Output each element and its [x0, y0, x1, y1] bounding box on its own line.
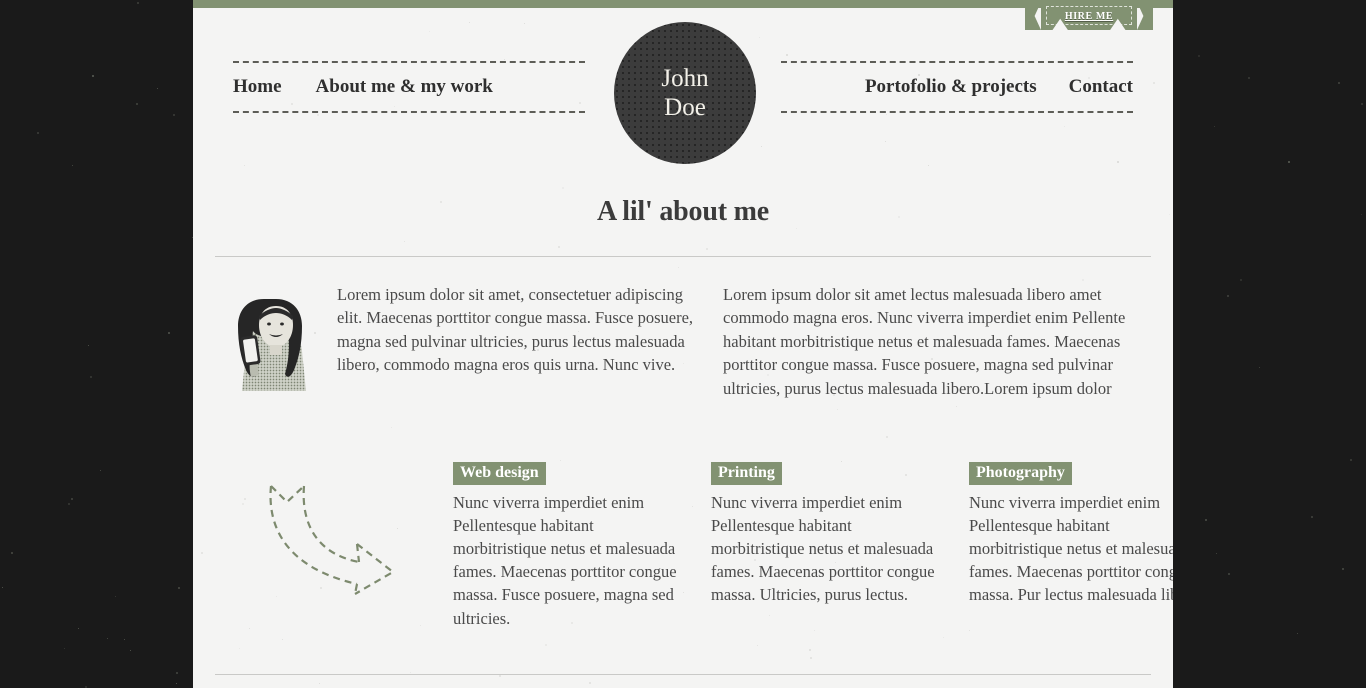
- primary-nav-right: Portofolio & projects Contact: [781, 61, 1133, 113]
- service-column-printing: Printing Nunc viverra imperdiet enim Pel…: [711, 462, 969, 630]
- footer-divider: [215, 673, 1151, 675]
- intro-paragraph-1: Lorem ipsum dolor sit amet, consectetuer…: [337, 285, 694, 375]
- title-divider: [215, 256, 1151, 257]
- service-text-photography: Nunc viverra imperdiet enim Pellentesque…: [969, 493, 1173, 605]
- service-text-web-design: Nunc viverra imperdiet enim Pellentesque…: [453, 493, 677, 628]
- nav-item-about[interactable]: About me & my work: [316, 76, 493, 98]
- intro-column-1: Lorem ipsum dolor sit amet, consectetuer…: [337, 283, 723, 400]
- nav-item-home[interactable]: Home: [233, 76, 282, 98]
- service-column-photography: Photography Nunc viverra imperdiet enim …: [969, 462, 1173, 630]
- page-panel: HIRE ME Home About me & my work John Doe…: [193, 0, 1173, 688]
- service-tag-web-design[interactable]: Web design: [453, 462, 546, 486]
- nav-item-contact[interactable]: Contact: [1069, 76, 1133, 98]
- nav-item-portfolio[interactable]: Portofolio & projects: [865, 76, 1037, 98]
- woman-holding-phone-photo: [238, 299, 306, 391]
- main-content: A lil' about me Lorem ipsum dolor sit am…: [193, 170, 1173, 675]
- service-tag-photography[interactable]: Photography: [969, 462, 1072, 486]
- masthead: Home About me & my work John Doe Portofo…: [193, 8, 1173, 170]
- dashed-curved-arrow-icon: [269, 485, 395, 596]
- service-tag-printing[interactable]: Printing: [711, 462, 782, 486]
- intro-paragraph-2: Lorem ipsum dolor sit amet lectus malesu…: [723, 285, 1126, 398]
- page-title: A lil' about me: [596, 196, 769, 227]
- intro-column-2: Lorem ipsum dolor sit amet lectus malesu…: [723, 283, 1151, 400]
- brand-name-first: John: [661, 64, 709, 92]
- intro-row: Lorem ipsum dolor sit amet, consectetuer…: [215, 283, 1151, 400]
- services-row: Web design Nunc viverra imperdiet enim P…: [215, 462, 1173, 630]
- service-column-web-design: Web design Nunc viverra imperdiet enim P…: [453, 462, 711, 630]
- primary-nav-left: Home About me & my work: [233, 61, 585, 113]
- brand-name-last: Doe: [664, 94, 706, 121]
- intro-photo-cell: [215, 283, 337, 400]
- brand-badge-john-doe[interactable]: John Doe: [614, 22, 756, 164]
- service-text-printing: Nunc viverra imperdiet enim Pellentesque…: [711, 493, 935, 605]
- arrow-cell: [215, 462, 453, 630]
